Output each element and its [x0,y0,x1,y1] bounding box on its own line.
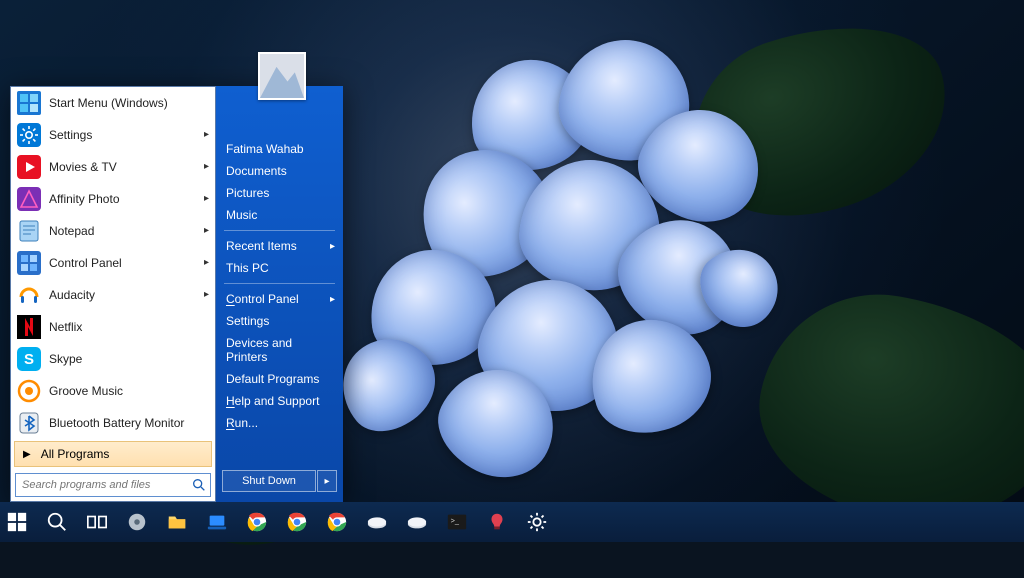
app-label: Bluetooth Battery Monitor [49,416,184,430]
taskbar-app-icon[interactable] [364,509,390,535]
app-skype[interactable]: S Skype [11,343,215,375]
start-menu-left-pane: Start Menu (Windows) Settings ▸ Movies &… [10,86,216,502]
link-devices-printers[interactable]: Devices and Printers [216,332,343,368]
app-label: Audacity [49,288,95,302]
app-notepad[interactable]: Notepad ▸ [11,215,215,247]
file-explorer-icon[interactable] [164,509,190,535]
app-settings[interactable]: Settings ▸ [11,119,215,151]
all-programs-button[interactable]: ▶ All Programs [14,441,212,467]
link-settings[interactable]: Settings [216,310,343,332]
link-default-programs[interactable]: Default Programs [216,368,343,390]
chrome-icon[interactable] [244,509,270,535]
skype-icon: S [17,347,41,371]
app-affinity-photo[interactable]: Affinity Photo ▸ [11,183,215,215]
chrome-icon[interactable] [284,509,310,535]
netflix-icon [17,315,41,339]
chrome-icon[interactable] [324,509,350,535]
notepad-icon [17,219,41,243]
task-view-icon[interactable] [84,509,110,535]
app-audacity[interactable]: Audacity ▸ [11,279,215,311]
terminal-icon[interactable]: >_ [444,509,470,535]
search-icon[interactable] [188,474,210,496]
app-control-panel[interactable]: Control Panel ▸ [11,247,215,279]
triangle-right-icon: ▶ [23,449,31,460]
control-panel-icon [17,251,41,275]
app-start-menu-windows[interactable]: Start Menu (Windows) [11,87,215,119]
app-label: Notepad [49,224,94,238]
user-picture[interactable] [258,52,306,100]
link-help-support[interactable]: HHelp and Supportelp and Support [216,390,343,412]
divider [224,283,335,284]
app-groove-music[interactable]: Groove Music [11,375,215,407]
app-netflix[interactable]: Netflix [11,311,215,343]
search-input[interactable] [16,479,188,491]
app-movies-tv[interactable]: Movies & TV ▸ [11,151,215,183]
taskbar-app-laptop-icon[interactable] [204,509,230,535]
shutdown-row: Shut Down ▸ [216,466,343,496]
taskbar-app-icon[interactable] [484,509,510,535]
search-box[interactable] [15,473,211,497]
taskbar: >_ [0,502,1024,542]
app-label: Affinity Photo [49,192,120,206]
start-button[interactable] [4,509,30,535]
chevron-right-icon: ▸ [204,289,209,300]
settings-gear-icon[interactable] [524,509,550,535]
chevron-right-icon: ▸ [204,225,209,236]
app-label: Groove Music [49,384,123,398]
link-pictures[interactable]: Pictures [216,182,343,204]
start-menu-right-pane: Fatima Wahab Documents Pictures Music Re… [216,86,343,502]
taskbar-app-icon[interactable] [404,509,430,535]
start-menu-app-icon [17,91,41,115]
link-run[interactable]: RRun...un... [216,412,343,434]
search-icon[interactable] [44,509,70,535]
app-label: Settings [49,128,92,142]
shutdown-button[interactable]: Shut Down [222,470,316,492]
audacity-icon [17,283,41,307]
divider [224,230,335,231]
link-documents[interactable]: Documents [216,160,343,182]
app-label: Control Panel [49,256,122,270]
app-label: Movies & TV [49,160,117,174]
movies-icon [17,155,41,179]
all-programs-label: All Programs [41,447,110,461]
bluetooth-icon [17,411,41,435]
search-container [11,469,215,501]
chevron-right-icon: ▸ [204,129,209,140]
svg-text:S: S [24,351,34,368]
app-label: Netflix [49,320,82,334]
taskbar-app-disc-icon[interactable] [124,509,150,535]
app-bluetooth-battery-monitor[interactable]: Bluetooth Battery Monitor [11,407,215,439]
svg-text:>_: >_ [451,516,460,525]
affinity-photo-icon [17,187,41,211]
chevron-right-icon: ▸ [204,257,209,268]
link-music[interactable]: Music [216,204,343,226]
gear-icon [17,123,41,147]
groove-music-icon [17,379,41,403]
link-this-pc[interactable]: This PC [216,257,343,279]
shutdown-options-button[interactable]: ▸ [317,470,337,492]
link-recent-items[interactable]: Recent Items [216,235,343,257]
start-menu: Start Menu (Windows) Settings ▸ Movies &… [10,86,343,502]
link-control-panel[interactable]: CControl Panelontrol Panel [216,288,343,310]
app-label: Skype [49,352,82,366]
chevron-right-icon: ▸ [204,193,209,204]
chevron-right-icon: ▸ [204,161,209,172]
user-name[interactable]: Fatima Wahab [216,138,343,160]
app-label: Start Menu (Windows) [49,96,168,110]
